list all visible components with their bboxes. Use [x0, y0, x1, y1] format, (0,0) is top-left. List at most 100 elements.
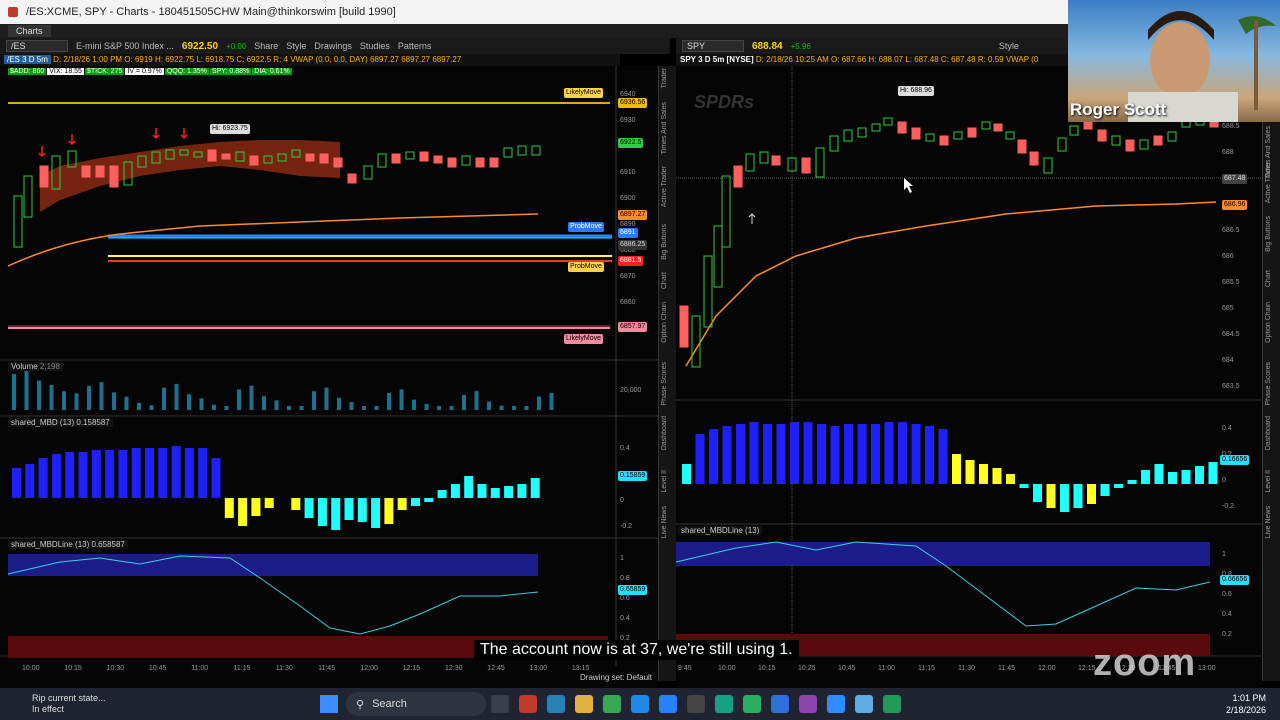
- right-mbdline-label: shared_MBDLine (13): [678, 526, 763, 535]
- app-chart-icon[interactable]: [883, 695, 901, 713]
- right-mbdline-badge: 0.66656: [1220, 575, 1250, 585]
- right-candle: [1139, 139, 1149, 150]
- right-mbd-bar: [736, 424, 745, 484]
- volume-bar: [62, 391, 66, 410]
- left-ohlc-info: D: 2/18/26 1:00 PM O: 6919 H: 6922.75 L:…: [53, 55, 462, 64]
- right-candle: [993, 123, 1003, 132]
- volume-bar: [537, 396, 541, 410]
- store-icon[interactable]: [687, 695, 705, 713]
- left-xtick: 13:15: [572, 665, 590, 672]
- right-style-button[interactable]: Style: [999, 41, 1019, 51]
- outlook-icon[interactable]: [771, 695, 789, 713]
- thinkorswim-icon[interactable]: [659, 695, 677, 713]
- left-chart-panel[interactable]: 6940693069206910690068906880687068606850…: [0, 66, 658, 688]
- zoom-icon[interactable]: [827, 695, 845, 713]
- right-candle: [759, 151, 769, 164]
- right-mbd-bar: [871, 424, 880, 484]
- right-xtick: 11:30: [958, 665, 975, 672]
- left-xtick: 11:00: [191, 665, 208, 672]
- rside-tab-chart[interactable]: Chart: [1265, 270, 1272, 287]
- right-candle: [843, 129, 853, 142]
- right-mbd-bar: [1195, 466, 1204, 484]
- volume-bar: [549, 392, 554, 410]
- mbd-bar: [397, 498, 407, 510]
- share-button[interactable]: Share: [254, 41, 278, 51]
- right-symbol-input[interactable]: SPY: [682, 40, 744, 52]
- tag-tick: $TICK: 275: [84, 68, 125, 75]
- chrome-icon[interactable]: [603, 695, 621, 713]
- volume-bar: [487, 401, 491, 410]
- system-clock[interactable]: 1:01 PM 2/18/2026: [1226, 692, 1266, 716]
- edge-icon[interactable]: [631, 695, 649, 713]
- right-ytick: 688.5: [1222, 123, 1240, 130]
- rside-tab-big-buttons[interactable]: Big Buttons: [1265, 216, 1272, 252]
- left-net-change: +0.00: [226, 41, 247, 51]
- side-tab-active-trader[interactable]: Active Trader: [661, 166, 668, 207]
- style-button[interactable]: Style: [286, 41, 306, 51]
- app-green-icon[interactable]: [715, 695, 733, 713]
- mbd-bar: [264, 498, 274, 508]
- side-tab-live-news[interactable]: Live News: [661, 506, 668, 538]
- tab-charts[interactable]: Charts: [8, 25, 51, 37]
- left-candle: [517, 145, 527, 156]
- left-candle: [39, 165, 49, 188]
- clock-time: 1:01 PM: [1232, 693, 1266, 703]
- side-tab-level2[interactable]: Level II: [661, 470, 668, 493]
- right-chart-panel[interactable]: 688.5688687.5687686.5686685.5685684.5684…: [676, 66, 1262, 688]
- app-blue-icon[interactable]: [855, 695, 873, 713]
- rside-tab-option-chain[interactable]: Option Chain: [1265, 302, 1272, 343]
- rside-tab-active-trader[interactable]: Active Trader: [1265, 162, 1272, 203]
- rside-tab-phase-scores[interactable]: Phase Scores: [1265, 362, 1272, 406]
- right-candle: [679, 305, 689, 348]
- file-explorer-icon[interactable]: [575, 695, 593, 713]
- taskbar-search[interactable]: ⚲ Search: [346, 692, 486, 716]
- volume-bar: [287, 406, 291, 410]
- start-button-icon[interactable]: [320, 695, 338, 713]
- task-view-icon[interactable]: [491, 695, 509, 713]
- weather-widget[interactable]: Rip current state... In effect: [0, 693, 120, 715]
- side-tab-big-buttons[interactable]: Big Buttons: [661, 224, 668, 260]
- drawings-button[interactable]: Drawings: [314, 41, 352, 51]
- copilot-icon[interactable]: [547, 695, 565, 713]
- volume-bar: [374, 406, 379, 410]
- left-symbol-input[interactable]: /ES: [6, 40, 68, 52]
- app-pin-icon[interactable]: [519, 695, 537, 713]
- badge-likely-hi: 6936.56: [618, 98, 648, 108]
- right-mbd-bar: [1154, 464, 1164, 484]
- drawing-set-label[interactable]: Drawing set: Default: [580, 673, 652, 682]
- side-tab-times-sales[interactable]: Times And Sales: [661, 102, 668, 154]
- left-chart-canvas[interactable]: 6940693069206910690068906880687068606850…: [0, 66, 658, 688]
- mbd-bar: [477, 484, 487, 498]
- right-side-tabs: Times And Sales Active Trader Big Button…: [1262, 66, 1280, 681]
- right-mbd-bar: [938, 429, 948, 484]
- mbd-bar: [411, 498, 420, 506]
- teams-icon[interactable]: [799, 695, 817, 713]
- side-tab-phase-scores[interactable]: Phase Scores: [661, 362, 668, 406]
- tag-vix: VIX: 18.55: [47, 68, 84, 75]
- side-tab-dashboard[interactable]: Dashboard: [661, 416, 668, 450]
- excel-icon[interactable]: [743, 695, 761, 713]
- volume-bar: [499, 405, 504, 410]
- sell-arrow: [180, 128, 188, 140]
- volume-bar: [412, 399, 416, 410]
- side-tab-chart[interactable]: Chart: [661, 272, 668, 289]
- rside-tab-level2[interactable]: Level II: [1265, 470, 1272, 493]
- mbd-bar: [384, 498, 394, 524]
- side-tab-option-chain[interactable]: Option Chain: [661, 302, 668, 343]
- right-mbd-tick: 0.4: [1222, 425, 1232, 432]
- rside-tab-dashboard[interactable]: Dashboard: [1265, 416, 1272, 450]
- side-tab-trader[interactable]: Trader: [661, 68, 668, 88]
- patterns-button[interactable]: Patterns: [398, 41, 432, 51]
- left-info-line: /ES 3 D 5m D: 2/18/26 1:00 PM O: 6919 H:…: [0, 54, 620, 66]
- volume-bar: [162, 387, 166, 410]
- studies-button[interactable]: Studies: [360, 41, 390, 51]
- mbd-badge: 0.15859: [618, 471, 648, 481]
- volume-bar: [462, 394, 466, 410]
- tag-dia: DIA: 0.61%: [252, 68, 292, 75]
- right-xtick: 10:45: [838, 665, 856, 672]
- rside-tab-live-news[interactable]: Live News: [1265, 506, 1272, 538]
- left-xtick: 12:30: [445, 665, 463, 672]
- volume-bar: [349, 402, 354, 410]
- search-label: Search: [372, 698, 407, 710]
- right-chart-canvas[interactable]: 688.5688687.5687686.5686685.5685684.5684…: [676, 66, 1262, 688]
